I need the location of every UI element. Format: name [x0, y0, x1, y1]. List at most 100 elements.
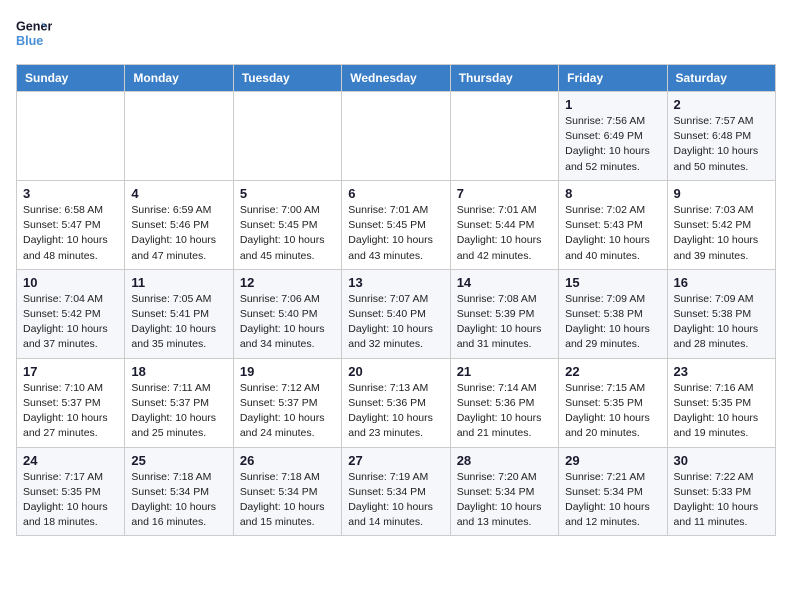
calendar-cell: 19Sunrise: 7:12 AM Sunset: 5:37 PM Dayli…: [233, 358, 341, 447]
calendar-cell: [450, 92, 558, 181]
day-number: 30: [674, 453, 769, 468]
calendar-cell: 7 Sunrise: 7:01 AM Sunset: 5:44 PM Daylig…: [450, 180, 558, 269]
day-info: Sunrise: 7:06 AM Sunset: 5:40 PM Dayligh…: [240, 292, 335, 353]
day-info: Sunrise: 7:13 AM Sunset: 5:36 PM Dayligh…: [348, 381, 443, 442]
calendar-cell: 25 Sunrise: 7:18 AM Sunset: 5:34 PM Dayli…: [125, 447, 233, 536]
day-number: 12: [240, 275, 335, 290]
calendar-cell: 14 Sunrise: 7:08 AM Sunset: 5:39 PM Dayli…: [450, 269, 558, 358]
calendar-cell: 6 Sunrise: 7:01 AM Sunset: 5:45 PM Daylig…: [342, 180, 450, 269]
calendar-cell: 1 Sunrise: 7:56 AM Sunset: 6:49 PM Daylig…: [559, 92, 667, 181]
day-info: Sunrise: 7:03 AM Sunset: 5:42 PM Dayligh…: [674, 203, 769, 264]
calendar-cell: 13 Sunrise: 7:07 AM Sunset: 5:40 PM Dayli…: [342, 269, 450, 358]
day-info: Sunrise: 7:21 AM Sunset: 5:34 PM Dayligh…: [565, 470, 660, 531]
day-info: Sunrise: 7:08 AM Sunset: 5:39 PM Dayligh…: [457, 292, 552, 353]
calendar-week-row: 3 Sunrise: 6:58 AM Sunset: 5:47 PM Daylig…: [17, 180, 776, 269]
calendar-cell: [17, 92, 125, 181]
day-info: Sunrise: 7:22 AM Sunset: 5:33 PM Dayligh…: [674, 470, 769, 531]
day-number: 5: [240, 186, 335, 201]
day-info: Sunrise: 7:07 AM Sunset: 5:40 PM Dayligh…: [348, 292, 443, 353]
weekday-header-saturday: Saturday: [667, 65, 775, 92]
calendar-cell: 28 Sunrise: 7:20 AM Sunset: 5:34 PM Dayli…: [450, 447, 558, 536]
day-number: 8: [565, 186, 660, 201]
day-number: 6: [348, 186, 443, 201]
calendar-cell: 11Sunrise: 7:05 AM Sunset: 5:41 PM Dayli…: [125, 269, 233, 358]
calendar-cell: 12 Sunrise: 7:06 AM Sunset: 5:40 PM Dayli…: [233, 269, 341, 358]
day-number: 14: [457, 275, 552, 290]
calendar-cell: [233, 92, 341, 181]
day-number: 18: [131, 364, 226, 379]
day-number: 10: [23, 275, 118, 290]
calendar-cell: 10 Sunrise: 7:04 AM Sunset: 5:42 PM Dayli…: [17, 269, 125, 358]
day-info: Sunrise: 7:09 AM Sunset: 5:38 PM Dayligh…: [674, 292, 769, 353]
page-header: GeneralBlue: [16, 16, 776, 52]
weekday-header-tuesday: Tuesday: [233, 65, 341, 92]
day-info: Sunrise: 7:01 AM Sunset: 5:44 PM Dayligh…: [457, 203, 552, 264]
weekday-header-sunday: Sunday: [17, 65, 125, 92]
day-info: Sunrise: 7:18 AM Sunset: 5:34 PM Dayligh…: [240, 470, 335, 531]
calendar-cell: 27 Sunrise: 7:19 AM Sunset: 5:34 PM Dayli…: [342, 447, 450, 536]
day-info: Sunrise: 7:04 AM Sunset: 5:42 PM Dayligh…: [23, 292, 118, 353]
day-info: Sunrise: 7:18 AM Sunset: 5:34 PM Dayligh…: [131, 470, 226, 531]
weekday-header-friday: Friday: [559, 65, 667, 92]
day-info: Sunrise: 7:56 AM Sunset: 6:49 PM Dayligh…: [565, 114, 660, 175]
weekday-header-row: SundayMondayTuesdayWednesdayThursdayFrid…: [17, 65, 776, 92]
day-info: Sunrise: 7:09 AM Sunset: 5:38 PM Dayligh…: [565, 292, 660, 353]
day-info: Sunrise: 7:02 AM Sunset: 5:43 PM Dayligh…: [565, 203, 660, 264]
day-info: Sunrise: 7:01 AM Sunset: 5:45 PM Dayligh…: [348, 203, 443, 264]
day-number: 28: [457, 453, 552, 468]
day-number: 1: [565, 97, 660, 112]
weekday-header-thursday: Thursday: [450, 65, 558, 92]
day-info: Sunrise: 7:15 AM Sunset: 5:35 PM Dayligh…: [565, 381, 660, 442]
day-number: 25: [131, 453, 226, 468]
day-number: 20: [348, 364, 443, 379]
calendar-cell: 5 Sunrise: 7:00 AM Sunset: 5:45 PM Daylig…: [233, 180, 341, 269]
calendar-cell: 24 Sunrise: 7:17 AM Sunset: 5:35 PM Dayli…: [17, 447, 125, 536]
day-info: Sunrise: 7:57 AM Sunset: 6:48 PM Dayligh…: [674, 114, 769, 175]
day-info: Sunrise: 7:20 AM Sunset: 5:34 PM Dayligh…: [457, 470, 552, 531]
day-number: 19: [240, 364, 335, 379]
calendar-cell: 18 Sunrise: 7:11 AM Sunset: 5:37 PM Dayli…: [125, 358, 233, 447]
calendar-cell: 22Sunrise: 7:15 AM Sunset: 5:35 PM Dayli…: [559, 358, 667, 447]
calendar-cell: 4Sunrise: 6:59 AM Sunset: 5:46 PM Daylig…: [125, 180, 233, 269]
day-number: 23: [674, 364, 769, 379]
calendar-cell: 23Sunrise: 7:16 AM Sunset: 5:35 PM Dayli…: [667, 358, 775, 447]
weekday-header-monday: Monday: [125, 65, 233, 92]
weekday-header-wednesday: Wednesday: [342, 65, 450, 92]
day-number: 17: [23, 364, 118, 379]
svg-text:Blue: Blue: [16, 34, 43, 48]
day-number: 15: [565, 275, 660, 290]
day-number: 9: [674, 186, 769, 201]
calendar-week-row: 24 Sunrise: 7:17 AM Sunset: 5:35 PM Dayli…: [17, 447, 776, 536]
day-number: 3: [23, 186, 118, 201]
day-number: 7: [457, 186, 552, 201]
calendar-cell: [342, 92, 450, 181]
calendar-cell: 16 Sunrise: 7:09 AM Sunset: 5:38 PM Dayli…: [667, 269, 775, 358]
calendar-cell: 9 Sunrise: 7:03 AM Sunset: 5:42 PM Daylig…: [667, 180, 775, 269]
day-number: 24: [23, 453, 118, 468]
calendar-table: SundayMondayTuesdayWednesdayThursdayFrid…: [16, 64, 776, 536]
logo: GeneralBlue: [16, 16, 52, 52]
calendar-cell: 26Sunrise: 7:18 AM Sunset: 5:34 PM Dayli…: [233, 447, 341, 536]
calendar-cell: 29Sunrise: 7:21 AM Sunset: 5:34 PM Dayli…: [559, 447, 667, 536]
day-info: Sunrise: 7:05 AM Sunset: 5:41 PM Dayligh…: [131, 292, 226, 353]
day-info: Sunrise: 7:10 AM Sunset: 5:37 PM Dayligh…: [23, 381, 118, 442]
day-number: 16: [674, 275, 769, 290]
calendar-cell: 3 Sunrise: 6:58 AM Sunset: 5:47 PM Daylig…: [17, 180, 125, 269]
day-info: Sunrise: 7:11 AM Sunset: 5:37 PM Dayligh…: [131, 381, 226, 442]
calendar-week-row: 10 Sunrise: 7:04 AM Sunset: 5:42 PM Dayli…: [17, 269, 776, 358]
day-number: 21: [457, 364, 552, 379]
logo-icon: GeneralBlue: [16, 16, 52, 52]
calendar-cell: [125, 92, 233, 181]
day-number: 13: [348, 275, 443, 290]
day-info: Sunrise: 6:58 AM Sunset: 5:47 PM Dayligh…: [23, 203, 118, 264]
day-info: Sunrise: 7:14 AM Sunset: 5:36 PM Dayligh…: [457, 381, 552, 442]
day-number: 2: [674, 97, 769, 112]
calendar-cell: 21 Sunrise: 7:14 AM Sunset: 5:36 PM Dayli…: [450, 358, 558, 447]
day-info: Sunrise: 7:00 AM Sunset: 5:45 PM Dayligh…: [240, 203, 335, 264]
day-info: Sunrise: 7:17 AM Sunset: 5:35 PM Dayligh…: [23, 470, 118, 531]
day-info: Sunrise: 7:19 AM Sunset: 5:34 PM Dayligh…: [348, 470, 443, 531]
calendar-cell: 15 Sunrise: 7:09 AM Sunset: 5:38 PM Dayli…: [559, 269, 667, 358]
calendar-cell: 20 Sunrise: 7:13 AM Sunset: 5:36 PM Dayli…: [342, 358, 450, 447]
day-number: 27: [348, 453, 443, 468]
calendar-week-row: 1 Sunrise: 7:56 AM Sunset: 6:49 PM Daylig…: [17, 92, 776, 181]
